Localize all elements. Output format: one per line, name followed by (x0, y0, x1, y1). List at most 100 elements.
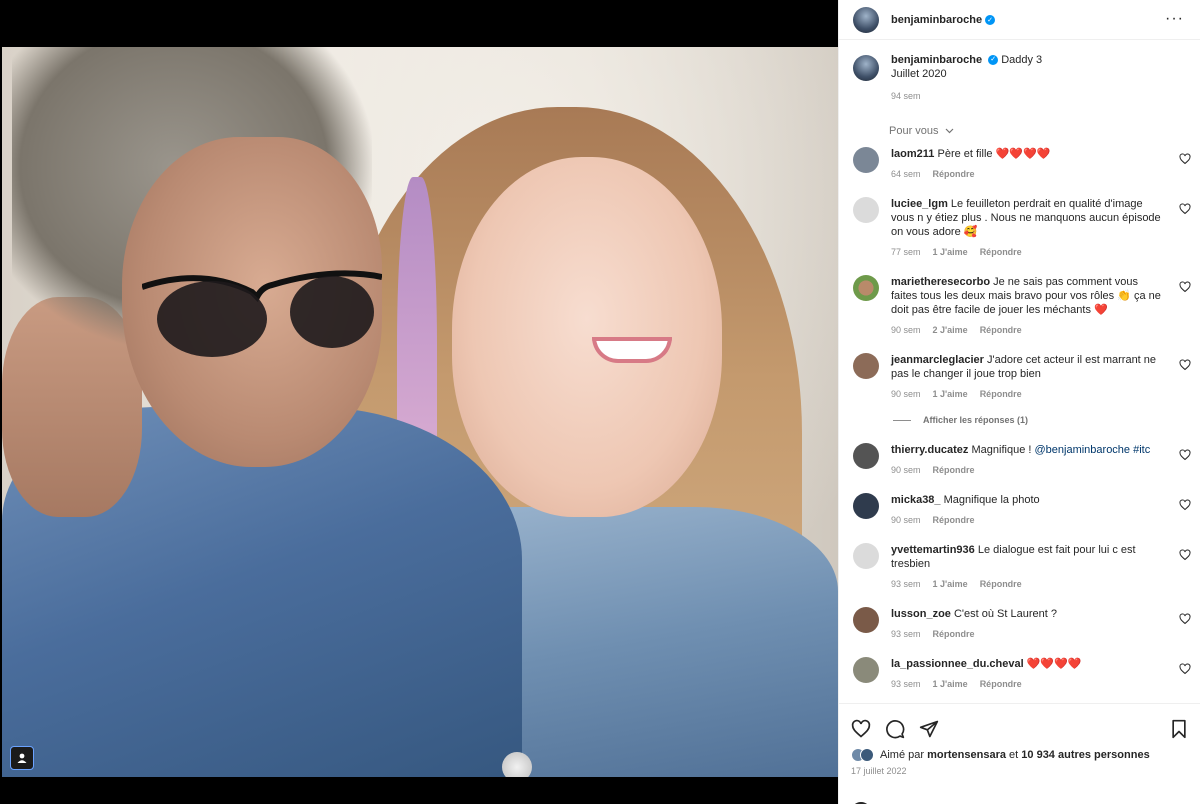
comment-text: Magnifique la photo (943, 494, 1040, 506)
reply-button[interactable]: Répondre (980, 325, 1022, 335)
reply-button[interactable]: Répondre (933, 465, 975, 475)
comment-age: 93 sem (891, 629, 921, 639)
post-caption: benjaminbaroche ✓ Daddy 3 Juillet 2020 9… (839, 41, 1200, 103)
comment-text: C'est où St Laurent ? (953, 608, 1057, 620)
comment-like-icon[interactable] (1179, 281, 1191, 293)
likes-summary: Aimé par mortensensara et 10 934 autres … (839, 740, 1200, 762)
chevron-down-icon (945, 128, 954, 134)
comment-username[interactable]: lusson_zoe (891, 608, 951, 620)
comments-scroll[interactable]: benjaminbaroche ✓ Daddy 3 Juillet 2020 9… (839, 41, 1200, 703)
comment-username[interactable]: marietheresecorbo (891, 276, 990, 288)
comment-item: luciee_lgm Le feuilleton perdrait en qua… (839, 197, 1200, 259)
view-replies-label: Afficher les réponses (1) (923, 415, 1029, 425)
comment-avatar[interactable] (853, 275, 879, 301)
comment-icon[interactable] (885, 719, 905, 739)
comment-text: Père et fille ❤️❤️❤️❤️ (937, 148, 1051, 160)
comment-age: 93 sem (891, 579, 921, 589)
reply-button[interactable]: Répondre (933, 629, 975, 639)
caption-text-line1: Daddy 3 (1001, 54, 1043, 66)
comment-username[interactable]: thierry.ducatez (891, 444, 968, 456)
comment-username[interactable]: laom211 (891, 148, 934, 160)
comment-username[interactable]: jeanmarcleglacier (891, 354, 984, 366)
comment-username[interactable]: yvettemartin936 (891, 544, 975, 556)
reply-button[interactable]: Répondre (980, 679, 1022, 689)
comment-like-icon[interactable] (1179, 613, 1191, 625)
comment-item: thierry.ducatez Magnifique ! @benjaminba… (839, 443, 1200, 477)
replies-divider (893, 419, 911, 421)
comment-sort-label: Pour vous (889, 125, 939, 137)
comment-sort-dropdown[interactable]: Pour vous (839, 103, 1200, 137)
comment-username[interactable]: micka38_ (891, 494, 941, 506)
reply-button[interactable]: Répondre (980, 579, 1022, 589)
comment-avatar[interactable] (853, 607, 879, 633)
reply-button[interactable]: Répondre (933, 515, 975, 525)
comment-likes-count[interactable]: 1 J'aime (933, 679, 968, 689)
comment-item: lusson_zoe C'est où St Laurent ? 93 sem R… (839, 607, 1200, 641)
view-replies-button[interactable]: Afficher les réponses (1) (839, 415, 1200, 425)
post-panel: benjaminbaroche ✓ ··· benjaminbaroche ✓ … (838, 0, 1200, 804)
comment-item: laom211 Père et fille ❤️❤️❤️❤️ 64 sem Rép… (839, 147, 1200, 181)
comment-avatar[interactable] (853, 443, 879, 469)
likes-middle: et (1009, 749, 1019, 761)
reply-button[interactable]: Répondre (980, 247, 1022, 257)
comment-age: 90 sem (891, 465, 921, 475)
caption-username[interactable]: benjaminbaroche (891, 54, 982, 66)
bookmark-icon[interactable] (1169, 719, 1189, 739)
author-username[interactable]: benjaminbaroche (891, 14, 982, 26)
photo-jacket-button (502, 752, 532, 777)
comment-item: micka38_ Magnifique la photo 90 sem Répon… (839, 493, 1200, 527)
reply-button[interactable]: Répondre (933, 169, 975, 179)
comment-like-icon[interactable] (1179, 549, 1191, 561)
comment-likes-count[interactable]: 1 J'aime (933, 579, 968, 589)
comment-likes-count[interactable]: 2 J'aime (933, 325, 968, 335)
comment-age: 77 sem (891, 247, 921, 257)
comment-age: 90 sem (891, 325, 921, 335)
comment-avatar[interactable] (853, 493, 879, 519)
caption-avatar[interactable] (853, 55, 879, 81)
comment-avatar[interactable] (853, 353, 879, 379)
comment-avatar[interactable] (853, 197, 879, 223)
photo-sunglasses (142, 270, 382, 357)
caption-age: 94 sem (891, 91, 921, 101)
comment-age: 93 sem (891, 679, 921, 689)
user-tag-button[interactable] (10, 746, 34, 770)
caption-verified-icon: ✓ (988, 55, 999, 66)
comment-avatar[interactable] (853, 543, 879, 569)
comment-like-icon[interactable] (1179, 449, 1191, 461)
post-header: benjaminbaroche ✓ ··· (839, 0, 1200, 40)
comment-item: jeanmarcleglacier J'adore cet acteur il … (839, 353, 1200, 401)
post-actions: Aimé par mortensensara et 10 934 autres … (839, 703, 1200, 804)
comment-like-icon[interactable] (1179, 663, 1191, 675)
comment-item: la_passionnee_du.cheval ❤️❤️❤️❤️ 93 sem 1… (839, 657, 1200, 691)
comment-age: 90 sem (891, 389, 921, 399)
post-media (0, 0, 838, 804)
share-icon[interactable] (919, 719, 939, 739)
comment-like-icon[interactable] (1179, 153, 1191, 165)
liker-avatar (860, 748, 874, 762)
more-options-icon[interactable]: ··· (1165, 10, 1184, 28)
comment-text: ❤️❤️❤️❤️ (1026, 658, 1082, 670)
likes-count-link[interactable]: 10 934 autres personnes (1021, 749, 1149, 761)
comment-like-icon[interactable] (1179, 203, 1191, 215)
comment-age: 90 sem (891, 515, 921, 525)
comment-username[interactable]: la_passionnee_du.cheval (891, 658, 1024, 670)
comment-item: yvettemartin936 Le dialogue est fait pou… (839, 543, 1200, 591)
author-avatar[interactable] (853, 6, 879, 33)
like-heart-icon[interactable] (851, 719, 871, 739)
comment-likes-count[interactable]: 1 J'aime (933, 389, 968, 399)
comment-avatar[interactable] (853, 147, 879, 173)
comment-age: 64 sem (891, 169, 921, 179)
comment-like-icon[interactable] (1179, 499, 1191, 511)
comment-mention-link[interactable]: @benjaminbaroche #itc (1034, 444, 1150, 456)
post-photo[interactable] (2, 47, 838, 777)
photo-face-woman (452, 157, 722, 517)
liker-username[interactable]: mortensensara (927, 749, 1006, 761)
comment-item: marietheresecorbo Je ne sais pas comment… (839, 275, 1200, 337)
comment-like-icon[interactable] (1179, 359, 1191, 371)
comment-likes-count[interactable]: 1 J'aime (933, 247, 968, 257)
comment-text: Magnifique ! (971, 444, 1035, 456)
comment-username[interactable]: luciee_lgm (891, 198, 948, 210)
reply-button[interactable]: Répondre (980, 389, 1022, 399)
user-tag-icon (17, 753, 27, 763)
comment-avatar[interactable] (853, 657, 879, 683)
